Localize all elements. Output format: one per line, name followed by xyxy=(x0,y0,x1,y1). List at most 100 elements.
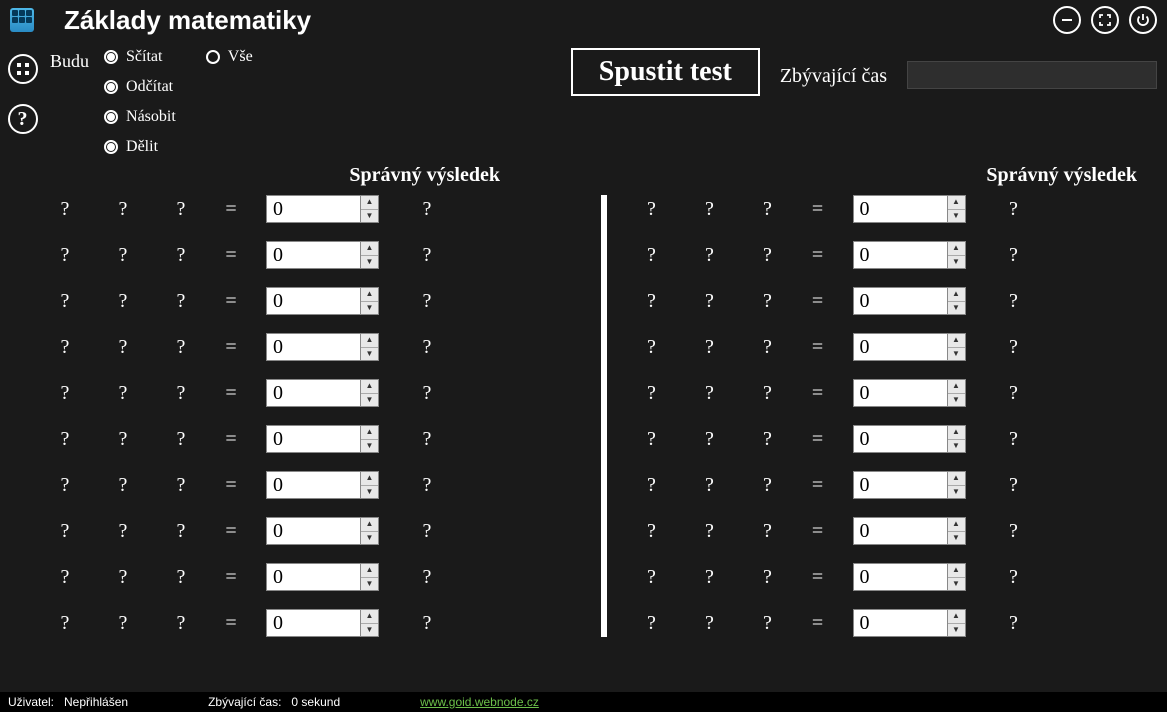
spinner-down-button[interactable]: ▼ xyxy=(361,256,378,269)
answer-spinner[interactable]: ▲▼ xyxy=(266,333,379,361)
problem-row: ???=▲▼? xyxy=(637,609,1158,637)
answer-input[interactable] xyxy=(853,425,948,453)
radio-odcitat[interactable]: Odčítat xyxy=(104,78,176,96)
answer-spinner[interactable]: ▲▼ xyxy=(266,379,379,407)
answer-input[interactable] xyxy=(853,471,948,499)
spinner-up-button[interactable]: ▲ xyxy=(948,472,965,486)
spinner-up-button[interactable]: ▲ xyxy=(948,288,965,302)
power-button[interactable] xyxy=(1129,6,1157,34)
answer-spinner[interactable]: ▲▼ xyxy=(853,609,966,637)
answer-spinner[interactable]: ▲▼ xyxy=(853,287,966,315)
start-test-button[interactable]: Spustit test xyxy=(571,48,760,96)
spinner-down-button[interactable]: ▼ xyxy=(361,578,378,591)
answer-input[interactable] xyxy=(853,287,948,315)
radio-vse[interactable]: Vše xyxy=(206,48,253,66)
spinner-up-button[interactable]: ▲ xyxy=(361,564,378,578)
answer-input[interactable] xyxy=(266,471,361,499)
spinner-down-button[interactable]: ▼ xyxy=(948,578,965,591)
fullscreen-button[interactable] xyxy=(1091,6,1119,34)
answer-spinner[interactable]: ▲▼ xyxy=(853,241,966,269)
equals-sign: = xyxy=(224,244,238,267)
spinner-up-button[interactable]: ▲ xyxy=(948,426,965,440)
spinner-up-button[interactable]: ▲ xyxy=(948,196,965,210)
answer-spinner[interactable]: ▲▼ xyxy=(853,471,966,499)
answer-input[interactable] xyxy=(853,563,948,591)
radio-nasobit[interactable]: Násobit xyxy=(104,108,176,126)
status-link[interactable]: www.goid.webnode.cz xyxy=(420,695,539,709)
spinner-up-button[interactable]: ▲ xyxy=(361,288,378,302)
spinner-down-button[interactable]: ▼ xyxy=(948,210,965,223)
radio-scitat[interactable]: Sčítat xyxy=(104,48,176,66)
answer-input[interactable] xyxy=(853,333,948,361)
answer-input[interactable] xyxy=(853,517,948,545)
answer-input[interactable] xyxy=(266,379,361,407)
answer-input[interactable] xyxy=(266,563,361,591)
answer-spinner[interactable]: ▲▼ xyxy=(266,563,379,591)
spinner-up-button[interactable]: ▲ xyxy=(948,380,965,394)
spinner-down-button[interactable]: ▼ xyxy=(361,394,378,407)
answer-input[interactable] xyxy=(853,379,948,407)
spinner-up-button[interactable]: ▲ xyxy=(361,472,378,486)
operator: ? xyxy=(695,198,725,221)
answer-spinner[interactable]: ▲▼ xyxy=(266,609,379,637)
spinner-up-button[interactable]: ▲ xyxy=(361,242,378,256)
spinner-down-button[interactable]: ▼ xyxy=(948,624,965,637)
answer-spinner[interactable]: ▲▼ xyxy=(266,517,379,545)
answer-input[interactable] xyxy=(853,609,948,637)
answer-input[interactable] xyxy=(266,195,361,223)
spinner-up-button[interactable]: ▲ xyxy=(948,334,965,348)
answer-input[interactable] xyxy=(853,241,948,269)
minimize-button[interactable] xyxy=(1053,6,1081,34)
equals-sign: = xyxy=(224,566,238,589)
spinner-up-button[interactable]: ▲ xyxy=(948,242,965,256)
spinner-up-button[interactable]: ▲ xyxy=(948,518,965,532)
answer-spinner[interactable]: ▲▼ xyxy=(266,241,379,269)
spinner-up-button[interactable]: ▲ xyxy=(361,518,378,532)
spinner-down-button[interactable]: ▼ xyxy=(361,210,378,223)
answer-spinner[interactable]: ▲▼ xyxy=(266,195,379,223)
answer-spinner[interactable]: ▲▼ xyxy=(266,425,379,453)
problem-row: ???=▲▼? xyxy=(637,241,1158,269)
answer-input[interactable] xyxy=(266,333,361,361)
operand-2: ? xyxy=(753,428,783,451)
answer-input[interactable] xyxy=(853,195,948,223)
answer-spinner[interactable]: ▲▼ xyxy=(853,425,966,453)
operand-1: ? xyxy=(50,566,80,589)
spinner-down-button[interactable]: ▼ xyxy=(948,440,965,453)
answer-input[interactable] xyxy=(266,287,361,315)
spinner-down-button[interactable]: ▼ xyxy=(948,394,965,407)
spinner-down-button[interactable]: ▼ xyxy=(948,532,965,545)
answer-input[interactable] xyxy=(266,609,361,637)
menu-grid-button[interactable] xyxy=(8,54,38,84)
spinner-down-button[interactable]: ▼ xyxy=(948,486,965,499)
spinner-up-button[interactable]: ▲ xyxy=(361,610,378,624)
spinner-up-button[interactable]: ▲ xyxy=(948,564,965,578)
spinner-down-button[interactable]: ▼ xyxy=(948,348,965,361)
answer-spinner[interactable]: ▲▼ xyxy=(266,471,379,499)
answer-input[interactable] xyxy=(266,425,361,453)
spinner-up-button[interactable]: ▲ xyxy=(948,610,965,624)
help-button[interactable]: ? xyxy=(8,104,38,134)
answer-spinner[interactable]: ▲▼ xyxy=(266,287,379,315)
answer-input[interactable] xyxy=(266,241,361,269)
spinner-up-button[interactable]: ▲ xyxy=(361,380,378,394)
spinner-down-button[interactable]: ▼ xyxy=(361,624,378,637)
answer-input[interactable] xyxy=(266,517,361,545)
operand-2: ? xyxy=(166,198,196,221)
spinner-down-button[interactable]: ▼ xyxy=(361,348,378,361)
spinner-down-button[interactable]: ▼ xyxy=(361,486,378,499)
spinner-down-button[interactable]: ▼ xyxy=(361,440,378,453)
spinner-up-button[interactable]: ▲ xyxy=(361,334,378,348)
answer-spinner[interactable]: ▲▼ xyxy=(853,333,966,361)
spinner-down-button[interactable]: ▼ xyxy=(948,302,965,315)
spinner-up-button[interactable]: ▲ xyxy=(361,426,378,440)
radio-delit[interactable]: Dělit xyxy=(104,138,176,156)
spinner-up-button[interactable]: ▲ xyxy=(361,196,378,210)
spinner-down-button[interactable]: ▼ xyxy=(948,256,965,269)
answer-spinner[interactable]: ▲▼ xyxy=(853,563,966,591)
answer-spinner[interactable]: ▲▼ xyxy=(853,195,966,223)
answer-spinner[interactable]: ▲▼ xyxy=(853,517,966,545)
spinner-down-button[interactable]: ▼ xyxy=(361,532,378,545)
spinner-down-button[interactable]: ▼ xyxy=(361,302,378,315)
answer-spinner[interactable]: ▲▼ xyxy=(853,379,966,407)
